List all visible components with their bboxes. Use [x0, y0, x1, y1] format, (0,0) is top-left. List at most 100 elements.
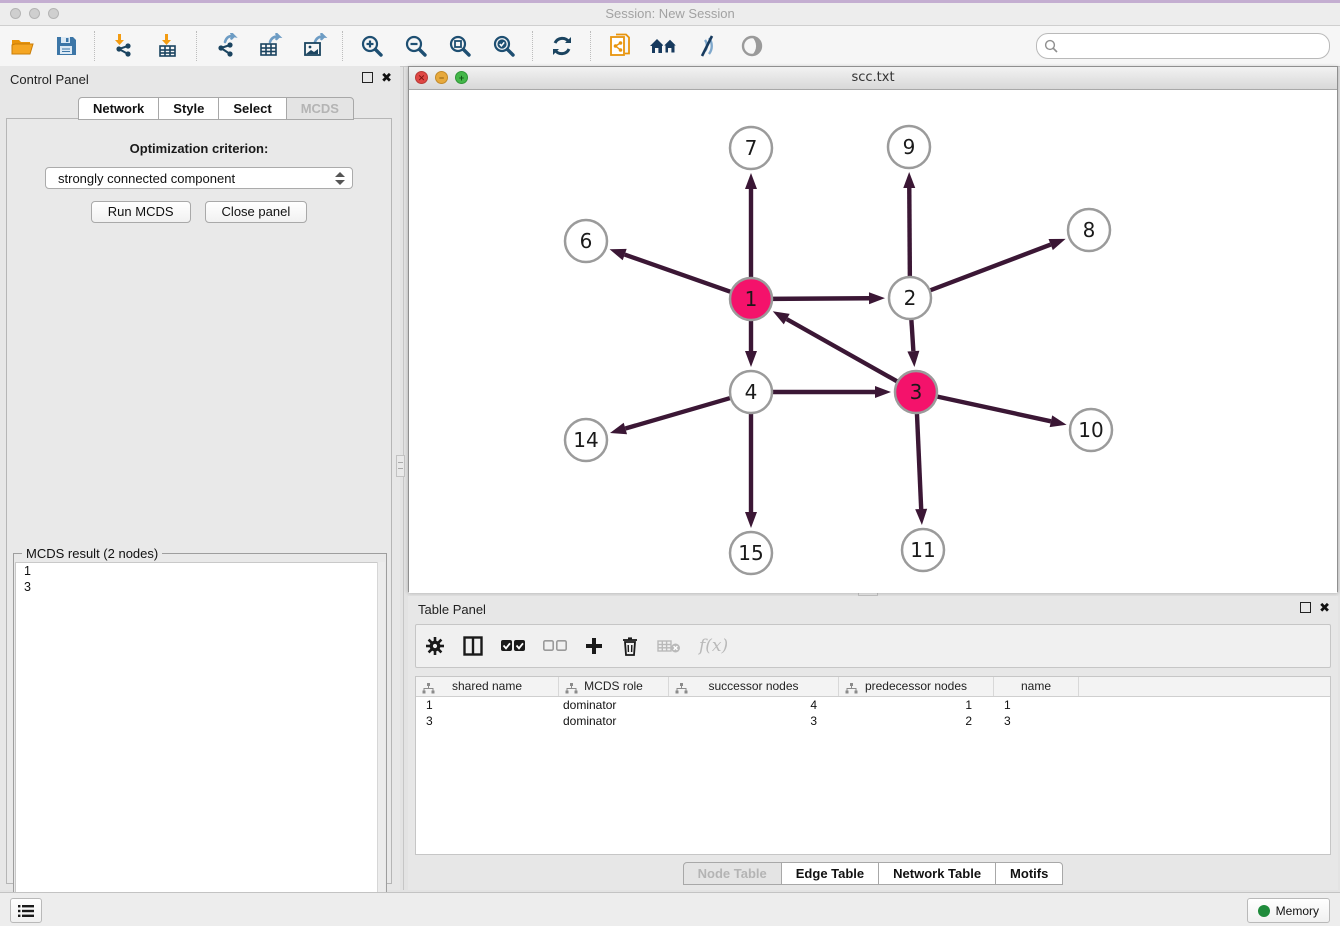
tab-style[interactable]: Style — [158, 97, 219, 120]
edge-1-2[interactable] — [770, 298, 869, 299]
settings-gear-icon[interactable] — [425, 636, 445, 656]
tab-node-table[interactable]: Node Table — [683, 862, 782, 885]
save-icon[interactable] — [51, 31, 81, 61]
tab-network-table[interactable]: Network Table — [878, 862, 996, 885]
toolbar-separator — [590, 31, 592, 61]
arrowhead-icon — [915, 509, 927, 525]
new-network-file-icon[interactable] — [605, 31, 635, 61]
column-header-name[interactable]: name — [994, 677, 1079, 696]
tab-edge-table[interactable]: Edge Table — [781, 862, 879, 885]
task-history-button[interactable] — [10, 898, 42, 923]
mcds-panel: Optimization criterion: strongly connect… — [6, 118, 392, 884]
table-cell[interactable]: 3 — [669, 713, 839, 729]
table-row[interactable]: 3dominator323 — [416, 713, 1330, 729]
column-type-icon — [422, 681, 435, 700]
network-graph[interactable]: 7968124314101511 — [409, 90, 1337, 593]
edge-2-8[interactable] — [928, 245, 1051, 292]
arrowhead-icon — [610, 249, 627, 260]
table-cell[interactable]: 3 — [416, 713, 559, 729]
edge-4-14[interactable] — [625, 397, 732, 428]
column-label: name — [1021, 679, 1051, 693]
toolbar-separator — [94, 31, 96, 61]
tab-mcds[interactable]: MCDS — [286, 97, 354, 120]
toolbar-separator — [532, 31, 534, 61]
column-type-icon — [565, 681, 578, 700]
edge-2-3[interactable] — [911, 317, 913, 351]
column-header-successor-nodes[interactable]: successor nodes — [669, 677, 839, 696]
add-column-icon[interactable] — [585, 637, 603, 655]
table-cell[interactable]: 2 — [839, 713, 994, 729]
column-header-MCDS-role[interactable]: MCDS role — [559, 677, 669, 696]
import-table-icon[interactable] — [153, 31, 183, 61]
zoom-selected-icon[interactable] — [489, 31, 519, 61]
window-titlebar: Session: New Session — [0, 0, 1340, 26]
criterion-select[interactable]: strongly connected component — [45, 167, 353, 189]
network-window-titlebar[interactable]: ✕ − + scc.txt — [409, 67, 1337, 90]
delete-table-icon[interactable] — [657, 638, 681, 654]
node-label: 9 — [903, 135, 916, 159]
delete-column-icon[interactable] — [621, 636, 639, 656]
edge-2-9[interactable] — [909, 188, 910, 279]
mcds-result-box: MCDS result (2 nodes) 13 — [13, 553, 387, 926]
hide-details-icon[interactable] — [693, 31, 723, 61]
close-panel-button[interactable]: Close panel — [205, 201, 308, 223]
table-panel-title: Table Panel — [418, 602, 486, 617]
export-network-icon[interactable] — [211, 31, 241, 61]
table-cell[interactable]: 3 — [994, 713, 1079, 729]
show-details-icon[interactable] — [737, 31, 767, 61]
open-folder-icon[interactable] — [7, 31, 37, 61]
deselect-all-rows-icon[interactable] — [543, 639, 567, 653]
table-cell[interactable]: 1 — [416, 697, 559, 713]
close-panel-icon[interactable]: ✖ — [1319, 601, 1330, 614]
edge-3-10[interactable] — [935, 396, 1051, 421]
table-row[interactable]: 1dominator411 — [416, 697, 1330, 713]
edge-1-6[interactable] — [625, 255, 733, 293]
refresh-layout-icon[interactable] — [547, 31, 577, 61]
split-columns-icon[interactable] — [463, 636, 483, 656]
toolbar-separator — [196, 31, 198, 61]
table-cell[interactable]: 4 — [669, 697, 839, 713]
close-panel-icon[interactable]: ✖ — [381, 71, 392, 84]
column-header-predecessor-nodes[interactable]: predecessor nodes — [839, 677, 994, 696]
arrowhead-icon — [1050, 415, 1067, 427]
tab-select[interactable]: Select — [218, 97, 286, 120]
result-scrollbar[interactable] — [377, 562, 385, 926]
result-item[interactable]: 1 — [16, 563, 378, 579]
export-image-icon[interactable] — [299, 31, 329, 61]
arrowhead-icon — [869, 292, 885, 304]
tab-network[interactable]: Network — [78, 97, 159, 120]
node-label: 3 — [910, 380, 923, 404]
float-window-icon[interactable] — [362, 72, 373, 83]
node-table[interactable]: shared nameMCDS rolesuccessor nodesprede… — [415, 676, 1331, 855]
result-item[interactable]: 3 — [16, 579, 378, 595]
mcds-result-list[interactable]: 13 — [15, 562, 379, 926]
export-table-icon[interactable] — [255, 31, 285, 61]
run-mcds-button[interactable]: Run MCDS — [91, 201, 191, 223]
edge-3-11[interactable] — [917, 411, 921, 509]
window-title: Session: New Session — [0, 6, 1340, 21]
memory-button[interactable]: Memory — [1247, 898, 1330, 923]
function-builder-icon[interactable]: f(x) — [699, 636, 728, 656]
zoom-out-icon[interactable] — [401, 31, 431, 61]
home-icon[interactable] — [649, 31, 679, 61]
select-all-rows-icon[interactable] — [501, 639, 525, 653]
arrowhead-icon — [1049, 239, 1066, 250]
network-canvas[interactable]: 7968124314101511 — [409, 90, 1337, 593]
float-window-icon[interactable] — [1300, 602, 1311, 613]
column-header-shared-name[interactable]: shared name — [416, 677, 559, 696]
table-cell[interactable]: 1 — [994, 697, 1079, 713]
table-tabs: Node Table Edge Table Network Table Moti… — [683, 862, 1064, 885]
tab-motifs[interactable]: Motifs — [995, 862, 1063, 885]
arrowhead-icon — [745, 512, 757, 528]
import-network-icon[interactable] — [109, 31, 139, 61]
edge-3-1[interactable] — [787, 319, 900, 383]
vertical-splitter-grip[interactable] — [396, 455, 405, 477]
search-input[interactable] — [1062, 36, 1321, 56]
table-cell[interactable]: 1 — [839, 697, 994, 713]
arrowhead-icon — [773, 311, 790, 324]
node-label: 11 — [910, 538, 935, 562]
table-cell[interactable]: dominator — [559, 713, 669, 729]
zoom-fit-icon[interactable] — [445, 31, 475, 61]
node-label: 4 — [745, 380, 758, 404]
zoom-in-icon[interactable] — [357, 31, 387, 61]
